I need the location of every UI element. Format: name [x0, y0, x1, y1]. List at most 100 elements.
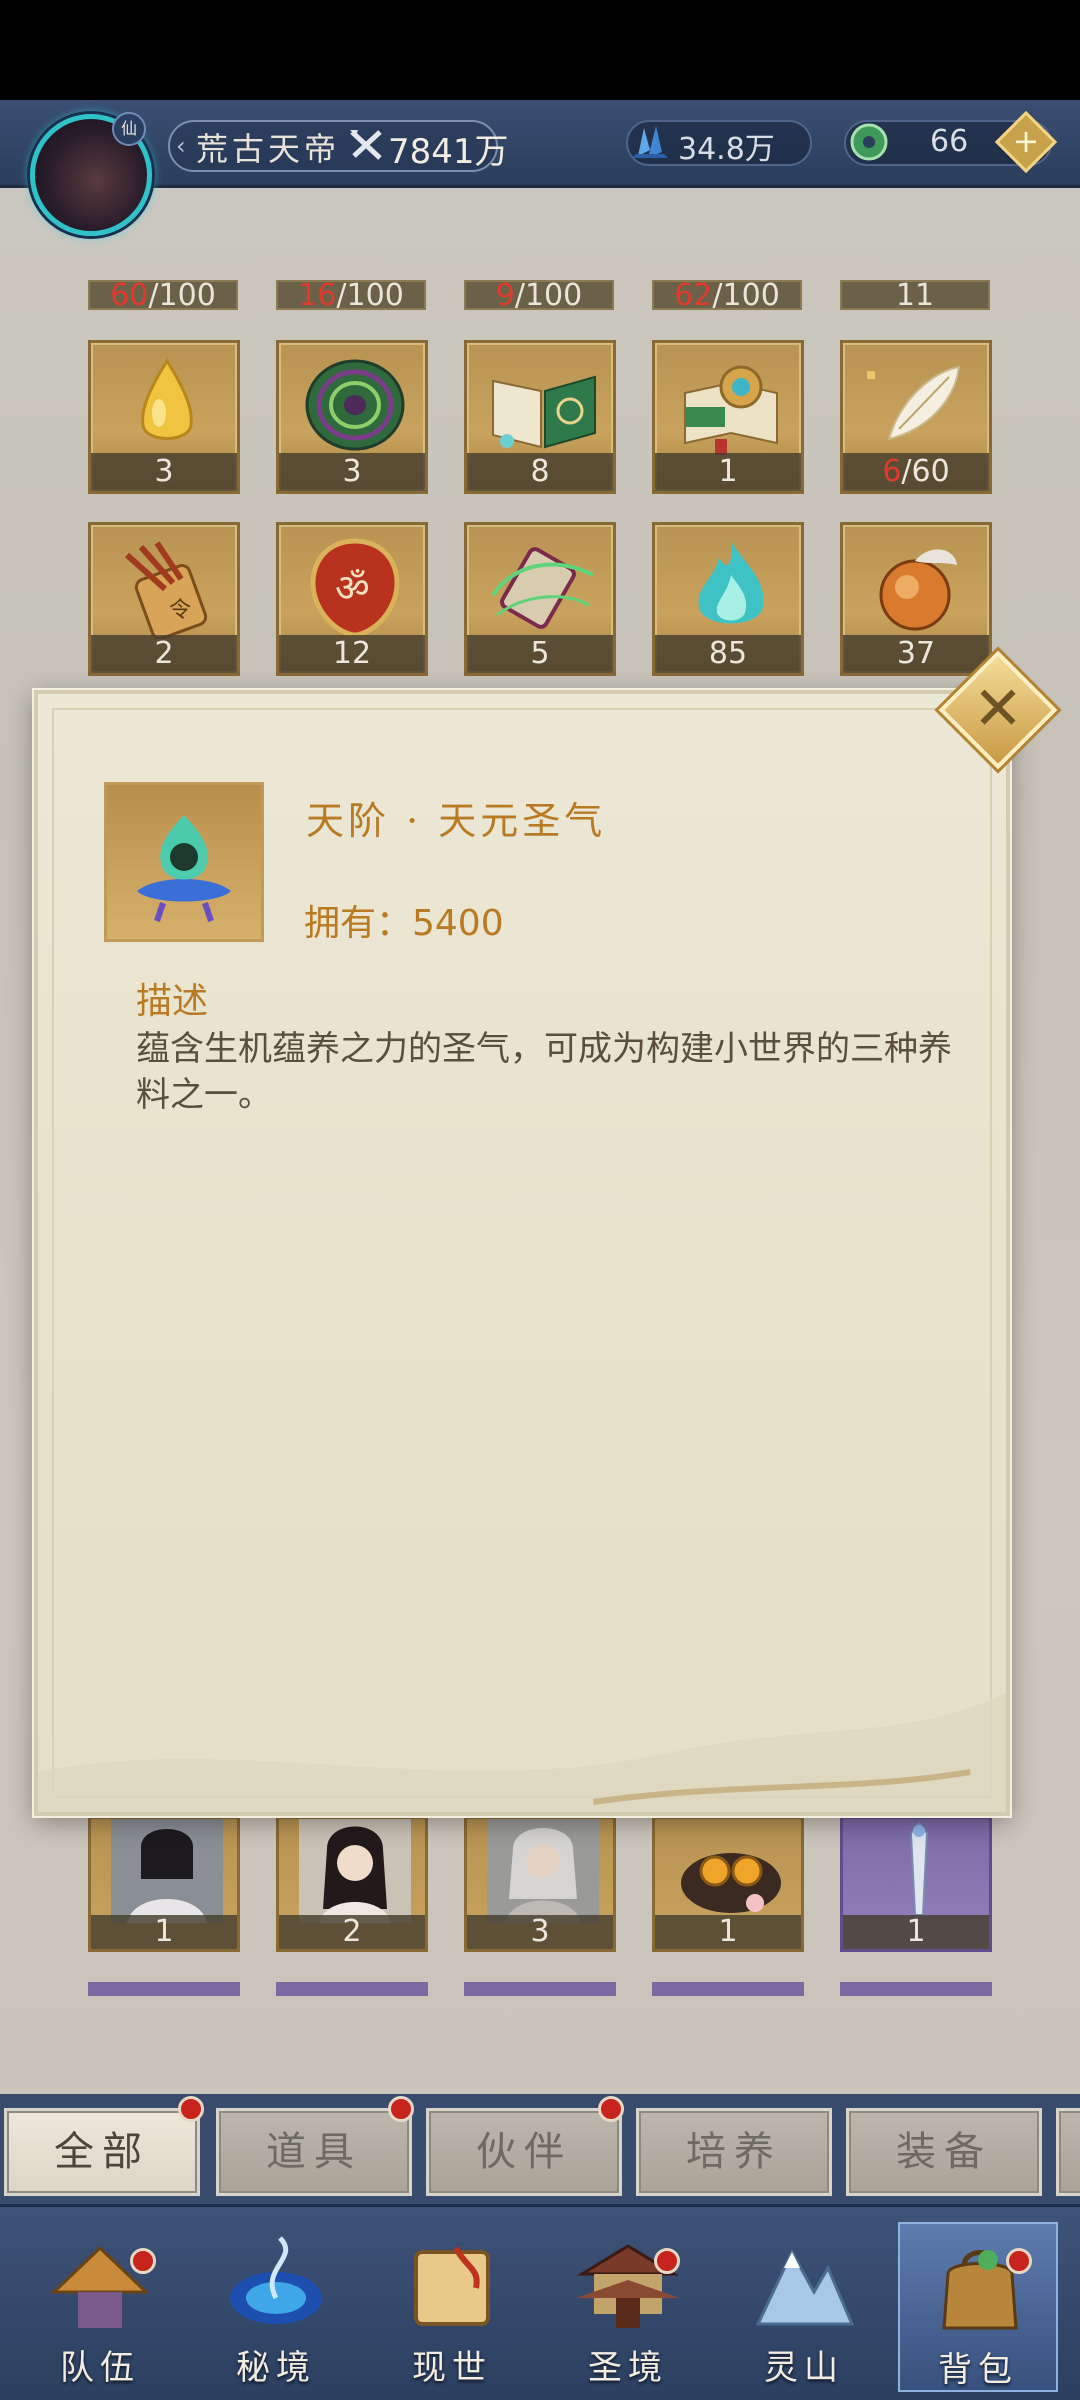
scroll-orb-icon	[684, 365, 778, 455]
inventory-item[interactable]: 3	[276, 340, 428, 494]
swordsman-portrait-icon	[111, 1819, 223, 1923]
mountain-icon	[755, 2248, 855, 2326]
notification-dot	[598, 2096, 624, 2122]
nav-label: 现世	[412, 2348, 492, 2388]
item-detail-icon	[104, 782, 264, 942]
elder-portrait-icon	[487, 1819, 599, 1923]
row-divider	[652, 1982, 804, 1996]
player-name: 荒古天帝	[196, 130, 341, 168]
inventory-item[interactable]: 1	[840, 1816, 992, 1952]
treasure-orbs-icon	[681, 1853, 781, 1913]
green-disc-icon	[305, 359, 405, 451]
cloud-pattern-decoration	[38, 1692, 1006, 1812]
item-count: 12	[279, 635, 425, 673]
description-heading: 描述	[136, 981, 209, 1022]
tab-equipment[interactable]: 装备	[846, 2108, 1042, 2196]
plus-icon: +	[1012, 122, 1040, 160]
hat-icon	[50, 2245, 150, 2328]
row-divider	[276, 1982, 428, 1996]
notification-dot	[654, 2248, 680, 2274]
item-progress-bar: 62/100	[652, 280, 802, 311]
notification-dot	[130, 2248, 156, 2274]
nav-secret-realm[interactable]: 秘境	[196, 2222, 356, 2392]
inventory-item[interactable]: 6/60	[840, 340, 992, 494]
rank-badge: 仙	[112, 112, 146, 146]
nav-label: 灵山	[764, 2348, 844, 2388]
item-count: 3	[279, 453, 425, 491]
golden-drop-icon	[141, 358, 193, 440]
item-description: 蕴含生机蕴养之力的圣气，可成为构建小世界的三种养料之一。	[136, 1029, 952, 1115]
item-count: 1	[91, 1915, 237, 1949]
palace-icon	[576, 2244, 680, 2328]
rune-seal-icon: ॐ	[310, 538, 400, 638]
item-count: 1	[655, 453, 801, 491]
tab-cultivation[interactable]: 培养	[636, 2108, 832, 2196]
combat-power-value: 7841万	[388, 132, 509, 172]
jade-amount: 66	[930, 124, 969, 159]
item-progress-bar: 9/100	[464, 280, 614, 311]
item-progress-bar: 16/100	[276, 280, 426, 311]
chevron-left-icon: ‹	[176, 132, 186, 160]
item-progress-bar: 60/100	[88, 280, 238, 311]
bag-icon	[942, 2250, 1018, 2330]
tab-all[interactable]: 全部	[4, 2108, 200, 2196]
item-count: 3	[467, 1915, 613, 1949]
nav-label: 背包	[938, 2350, 1018, 2390]
nav-holy-realm[interactable]: 圣境	[548, 2222, 708, 2392]
item-count: 5	[467, 635, 613, 673]
tab-items[interactable]: 道具	[216, 2108, 412, 2196]
nav-label: 秘境	[236, 2348, 316, 2388]
inventory-item[interactable]: ॐ 12	[276, 522, 428, 676]
svg-text:ॐ: ॐ	[335, 566, 370, 610]
nav-label: 圣境	[588, 2348, 668, 2388]
spirit-sword-icon	[909, 1821, 929, 1916]
inventory-item[interactable]: 1	[88, 1816, 240, 1952]
portal-icon	[230, 2236, 322, 2324]
inventory-item[interactable]: 令 2	[88, 522, 240, 676]
open-book-icon	[492, 375, 596, 449]
inventory-item[interactable]: 8	[464, 340, 616, 494]
item-count: 8	[467, 453, 613, 491]
sacred-qi-icon	[137, 815, 231, 922]
notification-dot	[388, 2096, 414, 2122]
nav-label: 队伍	[60, 2348, 140, 2388]
inventory-item[interactable]: 3	[464, 1816, 616, 1952]
item-count: 2	[91, 635, 237, 673]
item-count: 6/60	[843, 453, 989, 491]
inventory-item[interactable]: 1	[652, 340, 804, 494]
nav-team[interactable]: 队伍	[20, 2222, 180, 2392]
row-divider	[840, 1982, 992, 1996]
inventory-item[interactable]: 1	[652, 1816, 804, 1952]
tab-partners[interactable]: 伙伴	[426, 2108, 622, 2196]
notification-dot	[1006, 2248, 1032, 2274]
nav-backpack[interactable]: 背包	[898, 2222, 1058, 2392]
inventory-item[interactable]: 2	[276, 1816, 428, 1952]
close-icon: ✕	[972, 674, 1024, 744]
svg-text:令: 令	[169, 598, 191, 623]
item-detail-title: 天阶 · 天元圣气	[306, 799, 607, 843]
inventory-item[interactable]: 5	[464, 522, 616, 676]
item-count: 37	[843, 635, 989, 673]
item-count: 2	[279, 1915, 425, 1949]
tab-more[interactable]	[1056, 2108, 1080, 2196]
item-count: 1	[843, 1915, 989, 1949]
fruit-orb-icon	[879, 549, 957, 631]
row-divider	[464, 1982, 616, 1996]
combat-power-icon	[350, 130, 382, 160]
row-divider	[88, 1982, 240, 1996]
crystal-amount: 34.8万	[678, 132, 775, 167]
inventory-item[interactable]: 85	[652, 522, 804, 676]
item-count: 1	[655, 1915, 801, 1949]
lady-portrait-icon	[299, 1819, 411, 1923]
inventory-item[interactable]: 37	[840, 522, 992, 676]
wind-scroll-icon	[491, 547, 594, 629]
item-progress-bar: 11	[840, 280, 990, 311]
scroll-map-icon	[414, 2246, 490, 2326]
item-count: 3	[91, 453, 237, 491]
nav-spirit-mountain[interactable]: 灵山	[724, 2222, 884, 2392]
nav-present-world[interactable]: 现世	[372, 2222, 532, 2392]
inventory-item[interactable]: 3	[88, 340, 240, 494]
owned-quantity: 拥有：5400	[304, 903, 504, 944]
teal-flame-icon	[698, 541, 764, 624]
jade-feather-icon	[867, 365, 961, 441]
